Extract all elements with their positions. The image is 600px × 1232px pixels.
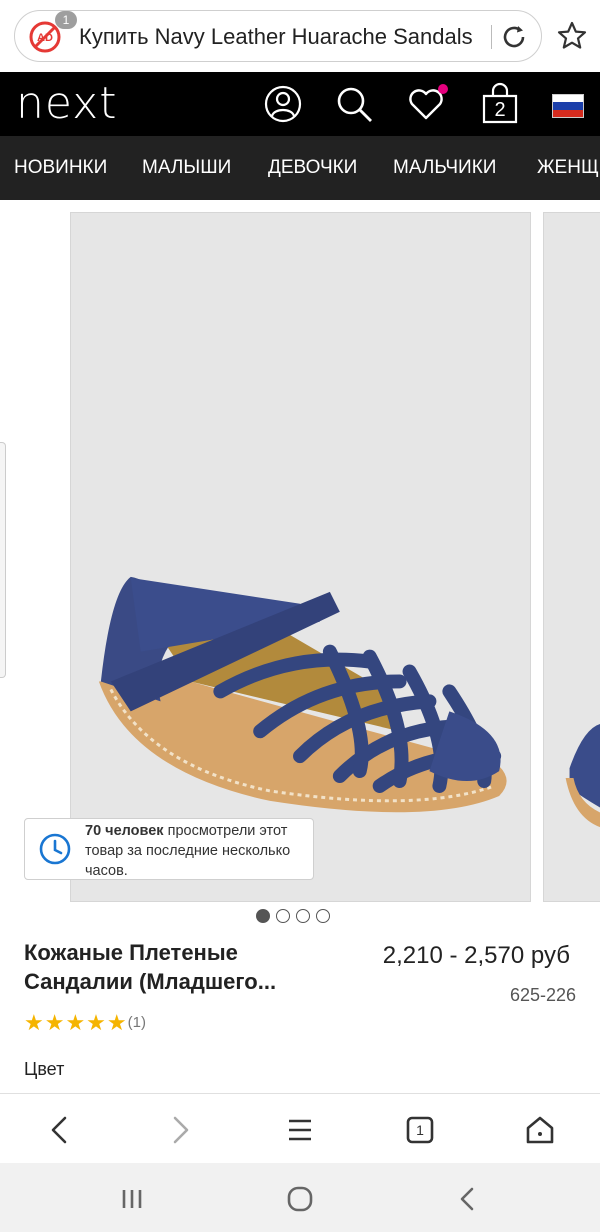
rating-stars: ★★★★★ — [24, 1010, 128, 1035]
product-rating[interactable]: ★★★★★(1) — [24, 1010, 146, 1036]
recent-apps-icon[interactable] — [116, 1183, 148, 1215]
site-logo[interactable]: next — [16, 78, 117, 130]
home-button-icon[interactable] — [284, 1183, 316, 1215]
forward-icon[interactable] — [162, 1112, 198, 1148]
nav-item-girls[interactable]: ДЕВОЧКИ — [268, 136, 357, 200]
recent-views-notice: 70 человек просмотрели этот товар за пос… — [24, 818, 314, 880]
nav-item-baby[interactable]: МАЛЫШИ — [142, 136, 231, 200]
gallery-dot-1[interactable] — [256, 909, 270, 923]
system-back-icon[interactable] — [452, 1183, 484, 1215]
nav-item-boys[interactable]: МАЛЬЧИКИ — [393, 136, 496, 200]
category-nav: НОВИНКИ МАЛЫШИ ДЕВОЧКИ МАЛЬЧИКИ ЖЕНЩ — [0, 136, 600, 200]
menu-icon[interactable] — [282, 1112, 318, 1148]
browser-bar: AD 1 Купить Navy Leather Huarache Sandal… — [0, 0, 600, 72]
account-icon[interactable] — [263, 84, 303, 124]
home-icon[interactable] — [522, 1112, 558, 1148]
tabs-button[interactable]: 1 — [402, 1112, 438, 1148]
product-image[interactable] — [70, 212, 531, 902]
site-header: next 2 — [0, 72, 600, 136]
product-price: 2,210 - 2,570 руб — [382, 942, 570, 969]
rating-count: (1) — [127, 1014, 146, 1031]
recent-views-text: 70 человек просмотрели этот товар за пос… — [85, 821, 307, 881]
gallery-dot-3[interactable] — [296, 909, 310, 923]
previous-image-peek[interactable] — [0, 442, 6, 678]
tabs-count: 1 — [416, 1122, 424, 1138]
wishlist-indicator-dot — [438, 84, 448, 94]
cart-button[interactable]: 2 — [480, 82, 520, 126]
system-nav-bar — [0, 1163, 600, 1232]
product-title: Кожаные Плетеные Сандалии (Младшего... — [24, 940, 277, 994]
url-text[interactable]: Купить Navy Leather Huarache Sandals — [79, 23, 489, 51]
star-icon[interactable] — [556, 20, 588, 52]
url-separator — [491, 25, 492, 49]
product-sku: 625-226 — [509, 985, 576, 1005]
nav-item-women[interactable]: ЖЕНЩ — [537, 136, 599, 200]
nav-item-new[interactable]: НОВИНКИ — [14, 136, 107, 200]
sandal-peek-illustration — [565, 724, 600, 828]
reload-icon[interactable] — [499, 22, 529, 52]
clock-icon — [39, 833, 71, 865]
sandal-illustration — [98, 576, 507, 813]
search-icon[interactable] — [334, 84, 374, 124]
next-image-peek[interactable] — [543, 212, 600, 902]
cart-count: 2 — [494, 99, 506, 121]
address-bar[interactable]: AD 1 Купить Navy Leather Huarache Sandal… — [14, 10, 542, 62]
russia-flag-icon[interactable] — [552, 94, 584, 118]
gallery-dot-2[interactable] — [276, 909, 290, 923]
back-icon[interactable] — [42, 1112, 78, 1148]
gallery-dot-4[interactable] — [316, 909, 330, 923]
adblock-count-badge: 1 — [55, 11, 77, 29]
gallery-pagination — [256, 909, 336, 927]
color-label: Цвет — [24, 1059, 65, 1079]
recent-views-count: 70 человек — [85, 823, 164, 839]
browser-bottom-nav: 1 — [0, 1093, 600, 1164]
